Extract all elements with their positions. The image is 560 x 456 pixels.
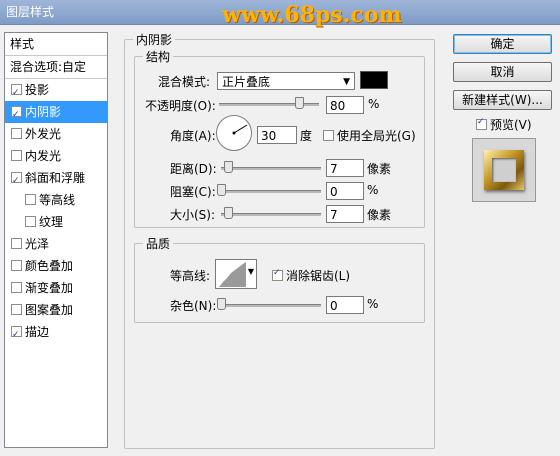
shadow-color-swatch[interactable] [360, 71, 388, 89]
style-item-checkbox[interactable] [11, 238, 22, 249]
size-slider[interactable] [221, 213, 321, 216]
contour-preview-icon [219, 262, 246, 287]
noise-unit: % [367, 297, 379, 311]
style-item-checkbox[interactable] [11, 170, 22, 192]
anti-alias-checkbox[interactable] [272, 268, 283, 281]
style-preview-thumbnail [472, 138, 536, 202]
angle-dial[interactable] [216, 115, 252, 151]
opacity-input[interactable]: 80 [326, 96, 364, 114]
choke-unit: % [367, 183, 379, 197]
styles-list: 样式 混合选项:自定 投影内阴影外发光内发光斜面和浮雕等高线纹理光泽颜色叠加渐变… [4, 32, 108, 448]
blend-mode-value: 正片叠底 [222, 75, 271, 89]
quality-title: 品质 [143, 235, 174, 252]
angle-unit: 度 [300, 129, 313, 143]
style-item[interactable]: 渐变叠加 [5, 277, 107, 299]
contour-picker[interactable]: ▼ [215, 259, 257, 289]
gold-frame-icon [484, 150, 524, 190]
style-item-label: 内发光 [25, 149, 62, 163]
contour-chevron-down-icon: ▼ [247, 267, 254, 276]
distance-slider[interactable] [221, 167, 321, 170]
style-item-checkbox[interactable] [11, 128, 22, 139]
style-item-label: 内阴影 [25, 105, 62, 119]
style-item-checkbox[interactable] [11, 82, 22, 104]
style-item-checkbox[interactable] [25, 216, 36, 227]
style-item-checkbox[interactable] [11, 282, 22, 293]
watermark: www.68ps.com [222, 2, 402, 28]
global-light-checkbox[interactable] [323, 130, 334, 141]
noise-label: 杂色(N): [170, 299, 217, 313]
style-item-checkbox[interactable] [11, 324, 22, 346]
style-item-checkbox[interactable] [11, 150, 22, 161]
contour-label: 等高线: [170, 269, 211, 283]
style-item-label: 渐变叠加 [25, 281, 74, 295]
preview-label: 预览(V) [490, 118, 532, 132]
style-item-checkbox[interactable] [11, 304, 22, 315]
chevron-down-icon: ▼ [343, 77, 350, 87]
style-item-label: 投影 [25, 83, 50, 97]
size-slider-thumb[interactable] [224, 207, 233, 219]
noise-input[interactable]: 0 [326, 296, 364, 314]
choke-input[interactable]: 0 [326, 182, 364, 200]
size-input[interactable]: 7 [326, 205, 364, 223]
style-item[interactable]: 光泽 [5, 233, 107, 255]
style-item[interactable]: 图案叠加 [5, 299, 107, 321]
choke-slider-thumb[interactable] [217, 184, 226, 196]
opacity-label: 不透明度(O): [145, 99, 216, 113]
opacity-slider[interactable] [219, 103, 319, 106]
inner-shadow-title: 内阴影 [133, 31, 176, 48]
distance-unit: 像素 [367, 162, 392, 176]
style-item[interactable]: 斜面和浮雕 [5, 167, 107, 192]
style-item-label: 等高线 [39, 193, 76, 207]
noise-slider[interactable] [221, 304, 321, 307]
choke-label: 阻塞(C): [170, 185, 216, 199]
style-item[interactable]: 外发光 [5, 123, 107, 145]
blend-mode-label: 混合模式: [158, 75, 211, 89]
opacity-slider-thumb[interactable] [295, 97, 304, 109]
style-item[interactable]: 颜色叠加 [5, 255, 107, 277]
style-item[interactable]: 投影 [5, 79, 107, 104]
size-label: 大小(S): [170, 208, 216, 222]
styles-header[interactable]: 样式 [5, 33, 107, 56]
style-item-label: 图案叠加 [25, 303, 74, 317]
choke-slider[interactable] [221, 190, 321, 193]
noise-slider-thumb[interactable] [217, 298, 226, 310]
angle-label: 角度(A): [170, 129, 216, 143]
angle-input[interactable]: 30 [257, 126, 297, 144]
style-item[interactable]: 纹理 [5, 211, 107, 233]
new-style-button[interactable]: 新建样式(W)... [453, 90, 552, 110]
style-item[interactable]: 描边 [5, 321, 107, 346]
style-item-label: 斜面和浮雕 [25, 171, 86, 185]
global-light-label: 使用全局光(G) [337, 129, 416, 143]
style-item[interactable]: 内阴影 [5, 101, 107, 126]
cancel-button[interactable]: 取消 [453, 62, 552, 82]
preview-checkbox[interactable] [476, 117, 487, 130]
blend-mode-select[interactable]: 正片叠底 ▼ [217, 72, 355, 90]
style-item-checkbox[interactable] [11, 260, 22, 271]
distance-label: 距离(D): [170, 162, 217, 176]
distance-slider-thumb[interactable] [224, 161, 233, 173]
size-unit: 像素 [367, 208, 392, 222]
style-item-label: 外发光 [25, 127, 62, 141]
style-item-label: 光泽 [25, 237, 50, 251]
title-bar: 图层样式 www.68ps.com [0, 0, 560, 28]
ok-button[interactable]: 确定 [453, 34, 552, 54]
distance-input[interactable]: 7 [326, 159, 364, 177]
opacity-unit: % [368, 97, 380, 111]
blend-options-item[interactable]: 混合选项:自定 [5, 56, 107, 79]
style-item-checkbox[interactable] [11, 104, 22, 126]
angle-indicator-icon [232, 124, 248, 135]
style-item-label: 纹理 [39, 215, 64, 229]
anti-alias-label: 消除锯齿(L) [286, 269, 351, 283]
window-title: 图层样式 [6, 5, 55, 19]
style-item[interactable]: 内发光 [5, 145, 107, 167]
style-item-label: 颜色叠加 [25, 259, 74, 273]
style-item[interactable]: 等高线 [5, 189, 107, 211]
structure-title: 结构 [143, 48, 174, 65]
style-item-checkbox[interactable] [25, 194, 36, 205]
style-item-label: 描边 [25, 325, 50, 339]
